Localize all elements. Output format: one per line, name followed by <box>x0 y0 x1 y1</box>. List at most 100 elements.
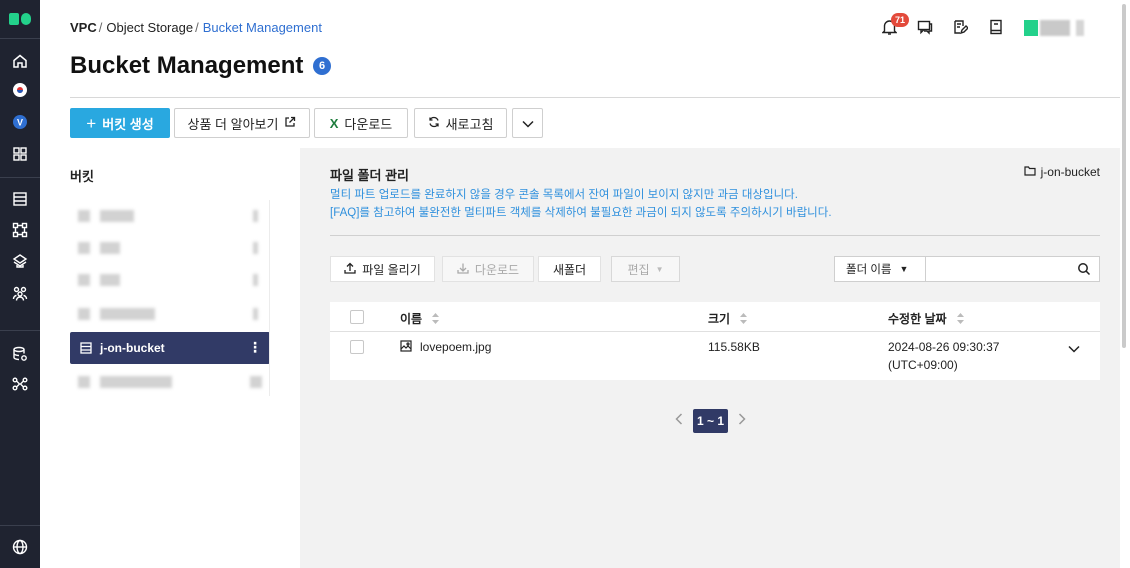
integration-icon[interactable] <box>8 372 32 396</box>
page-scrollbar[interactable] <box>1120 0 1130 568</box>
chevron-down-icon <box>521 116 534 131</box>
notification-count-badge: 71 <box>891 13 909 27</box>
upload-icon <box>344 262 356 277</box>
excel-icon: X <box>329 115 339 131</box>
upload-file-label: 파일 올리기 <box>362 262 421 277</box>
download-label: 다운로드 <box>344 116 393 132</box>
learn-more-button[interactable]: 상품 더 알아보기 <box>174 108 310 138</box>
globe-icon[interactable] <box>8 535 32 559</box>
more-vertical-icon[interactable]: ⋮ <box>248 339 262 356</box>
home-icon[interactable] <box>8 49 32 73</box>
create-bucket-button[interactable]: + 버킷 생성 <box>70 108 170 138</box>
refresh-label: 새로고침 <box>445 116 494 132</box>
region-flag-icon[interactable] <box>8 78 32 102</box>
file-size: 115.58KB <box>708 340 760 354</box>
header-divider <box>70 97 1120 98</box>
download-file-label: 다운로드 <box>474 262 520 277</box>
learn-more-label: 상품 더 알아보기 <box>187 116 279 132</box>
bucket-item[interactable] <box>70 200 270 232</box>
plus-icon: + <box>86 113 97 133</box>
search-filter: 폴더 이름 ▼ <box>834 256 1100 282</box>
next-page-icon[interactable] <box>738 412 746 430</box>
page-header: VPC / Object Storage / Bucket Management Buc… <box>40 0 1130 98</box>
bucket-icon <box>80 341 92 354</box>
select-all-checkbox[interactable] <box>350 310 364 324</box>
caret-down-icon: ▼ <box>655 264 664 274</box>
breadcrumb-bucket-management: Bucket Management <box>202 20 322 35</box>
download-button[interactable]: X 다운로드 <box>314 108 408 138</box>
sort-icon <box>432 312 440 327</box>
breadcrumb: VPC / Object Storage / Bucket Management <box>70 20 322 35</box>
column-size-header[interactable]: 크기 <box>708 310 748 327</box>
title-count-badge: 6 <box>313 57 331 75</box>
filter-type-value: 폴더 이름 <box>846 264 892 276</box>
multipart-notice: 멀티 파트 업로드를 완료하지 않을 경우 콘솔 목록에서 잔여 파일이 보이지… <box>330 189 798 201</box>
breadcrumb-vpc[interactable]: VPC <box>70 20 97 35</box>
storage-icon[interactable] <box>8 249 32 273</box>
sort-icon <box>740 312 748 327</box>
sort-icon <box>956 312 964 327</box>
refresh-icon <box>428 116 440 131</box>
user-avatar[interactable] <box>1024 20 1094 36</box>
bucket-list-panel: 버킷 j-on-bucket ⋮ <box>40 148 300 568</box>
bucket-item-selected[interactable]: j-on-bucket ⋮ <box>70 332 270 364</box>
more-actions-button[interactable] <box>512 108 543 138</box>
file-modified-date: 2024-08-26 09:30:37 <box>888 340 1000 354</box>
external-link-icon <box>284 116 296 131</box>
edit-note-icon[interactable] <box>950 17 970 37</box>
table-header: 이름 크기 수정한 날짜 <box>330 302 1100 332</box>
refresh-button[interactable]: 새로고침 <box>414 108 507 138</box>
vpc-icon[interactable]: V <box>8 110 32 134</box>
file-table: 이름 크기 수정한 날짜 lovepoem.jpg 115.58KB 2024-… <box>330 302 1100 380</box>
section-divider <box>330 235 1100 236</box>
bucket-item[interactable] <box>70 366 270 398</box>
prev-page-icon[interactable] <box>675 412 683 430</box>
edit-dropdown[interactable]: 편집 ▼ <box>611 256 680 282</box>
filter-type-select[interactable]: 폴더 이름 ▼ <box>835 257 926 281</box>
bucket-item[interactable] <box>70 232 270 264</box>
download-file-button[interactable]: 다운로드 <box>442 256 534 282</box>
manual-book-icon[interactable] <box>986 17 1006 37</box>
row-checkbox[interactable] <box>350 340 364 354</box>
brand-logo[interactable] <box>9 13 31 25</box>
bucket-list-scroll-divider <box>269 200 270 396</box>
bucket-item[interactable] <box>70 298 270 330</box>
create-bucket-label: 버킷 생성 <box>102 116 154 132</box>
new-folder-label: 새폴더 <box>552 262 587 277</box>
breadcrumb-object-storage[interactable]: Object Storage <box>106 20 193 35</box>
new-folder-button[interactable]: 새폴더 <box>538 256 601 282</box>
expand-row-icon[interactable] <box>1068 342 1080 356</box>
svg-text:V: V <box>17 118 23 128</box>
database-icon[interactable] <box>8 342 32 366</box>
bucket-path-label: j-on-bucket <box>1040 165 1100 179</box>
table-row[interactable]: lovepoem.jpg 115.58KB 2024-08-26 09:30:3… <box>330 332 1100 380</box>
section-title: 파일 폴더 관리 <box>330 168 409 183</box>
selected-bucket-name: j-on-bucket <box>100 341 165 355</box>
page-indicator[interactable]: 1 ~ 1 <box>693 409 729 433</box>
column-date-header[interactable]: 수정한 날짜 <box>888 310 964 327</box>
pagination: 1 ~ 1 <box>675 409 746 433</box>
image-file-icon <box>400 340 412 355</box>
edit-label: 편집 <box>627 262 650 277</box>
apps-grid-icon[interactable] <box>8 142 32 166</box>
server-icon[interactable] <box>8 187 32 211</box>
bucket-item[interactable] <box>70 264 270 296</box>
left-nav: V <box>0 0 40 568</box>
file-name[interactable]: lovepoem.jpg <box>420 340 491 354</box>
search-input[interactable] <box>927 257 1072 281</box>
download-icon <box>457 262 469 277</box>
faq-notice[interactable]: [FAQ]를 참고하여 불완전한 멀티파트 객체를 삭제하여 불필요한 과금이 … <box>330 204 832 220</box>
network-icon[interactable] <box>8 218 32 242</box>
search-icon[interactable] <box>1077 262 1091 276</box>
file-timezone: (UTC+09:00) <box>888 358 958 372</box>
file-folder-panel: 파일 폴더 관리 멀티 파트 업로드를 완료하지 않을 경우 콘솔 목록에서 잔… <box>300 148 1120 568</box>
chat-icon[interactable] <box>915 17 935 37</box>
bucket-list-heading: 버킷 <box>70 169 94 184</box>
page-title: Bucket Management <box>70 52 304 79</box>
upload-file-button[interactable]: 파일 올리기 <box>330 256 435 282</box>
column-name-header[interactable]: 이름 <box>400 310 440 327</box>
users-icon[interactable] <box>8 281 32 305</box>
current-bucket-path: j-on-bucket <box>1024 165 1100 179</box>
folder-icon <box>1024 165 1036 179</box>
caret-down-icon: ▼ <box>899 264 909 274</box>
